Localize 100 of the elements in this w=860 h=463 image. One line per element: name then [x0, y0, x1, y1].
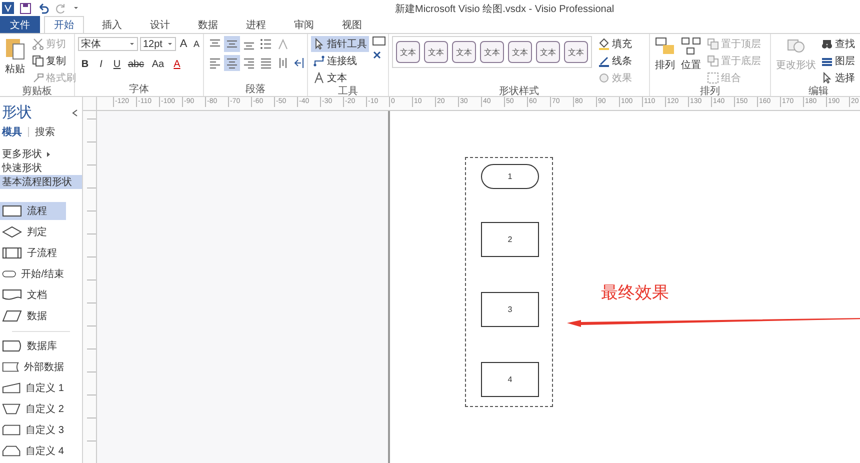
bring-front-icon: [707, 38, 719, 50]
undo-icon: [37, 2, 49, 14]
scissors-icon: [32, 38, 44, 50]
group-label: 段落: [246, 84, 266, 96]
save-icon: [20, 2, 31, 14]
shape-style-swatch[interactable]: 文本: [480, 41, 504, 63]
ribbon-tab[interactable]: 开始: [44, 16, 84, 33]
strike-button[interactable]: abc: [126, 56, 146, 72]
connector-icon: [313, 55, 325, 67]
bullet-list-icon: [260, 38, 272, 50]
font-size-icon: [277, 38, 289, 50]
shape-style-swatch[interactable]: 文本: [424, 41, 448, 63]
align-left-icon: [209, 57, 221, 69]
position-button[interactable]: 位置: [679, 36, 703, 72]
caret-icon: [73, 5, 79, 11]
font-size-field[interactable]: 12pt: [140, 37, 176, 51]
process-node: 2: [481, 222, 539, 257]
group-label: 剪贴板: [22, 86, 52, 98]
editing-option[interactable]: 选择: [819, 70, 857, 86]
group-label: 形状样式: [499, 86, 539, 98]
shape-item[interactable]: 自定义 4: [0, 442, 66, 460]
text-direction-icon: [277, 57, 289, 69]
terminator-node: 1: [481, 164, 539, 189]
align-center-icon: [226, 57, 238, 69]
shape-item[interactable]: 判定: [0, 222, 66, 242]
paste-button[interactable]: 粘贴: [3, 36, 27, 76]
panel-tab[interactable]: 模具: [2, 125, 22, 139]
shape-item[interactable]: 流程: [0, 202, 66, 220]
align-right-icon: [243, 57, 255, 69]
collapse-icon: [72, 108, 78, 116]
redo-icon: [55, 2, 67, 14]
font-name-field[interactable]: 宋体: [78, 37, 138, 51]
process-shape-icon: [2, 204, 22, 217]
group-icon: [707, 72, 719, 84]
clipboard-icon: [5, 36, 25, 60]
bold-button[interactable]: B: [78, 56, 92, 72]
caret-icon: [167, 41, 173, 47]
panel-tab[interactable]: 搜索: [35, 125, 55, 139]
shape-item[interactable]: 数据: [0, 306, 66, 326]
pen-line-icon: [598, 55, 610, 67]
arrange-button[interactable]: 排列: [653, 36, 677, 72]
process-node: 3: [481, 292, 539, 327]
binoculars-icon: [821, 38, 833, 50]
shape-style-option[interactable]: 线条: [596, 53, 634, 69]
shape-item[interactable]: 自定义 2: [0, 400, 66, 418]
font-color-button[interactable]: A: [170, 56, 184, 72]
send-back-icon: [707, 55, 719, 67]
effect-icon: [598, 72, 610, 84]
layers-icon: [821, 55, 833, 67]
group-label: 排列: [700, 86, 720, 98]
position-icon: [681, 36, 701, 56]
group-label: 编辑: [808, 86, 828, 98]
shape-style-option[interactable]: 填充: [596, 36, 634, 52]
shape-style-swatch[interactable]: 文本: [452, 41, 476, 63]
shape-item[interactable]: 开始/结束: [0, 264, 66, 284]
paragraph-button[interactable]: [258, 36, 274, 52]
shape-item[interactable]: 外部数据: [0, 358, 66, 376]
arrange-icon: [655, 36, 675, 56]
editing-option[interactable]: 图层: [819, 53, 857, 69]
annotation-text: 最终效果: [601, 282, 669, 304]
shape-item[interactable]: 自定义 3: [0, 420, 66, 440]
tool-button[interactable]: 连接线: [311, 53, 369, 69]
group-label: 字体: [129, 84, 149, 96]
shrink-font-button[interactable]: A: [191, 36, 202, 52]
pointer-icon: [821, 72, 833, 84]
rectangle-icon: [372, 36, 386, 46]
case-button[interactable]: Aa: [148, 56, 168, 72]
expand-arrow-icon: [46, 150, 51, 158]
shape-item[interactable]: 子流程: [0, 244, 66, 262]
stencil-item[interactable]: 快速形状: [0, 161, 82, 175]
tool-button[interactable]: 指针工具: [311, 36, 369, 52]
window-title: 新建Microsoft Visio 绘图.vsdx - Visio Professional: [395, 2, 614, 16]
underline-button[interactable]: U: [110, 56, 124, 72]
brush-icon: [32, 72, 44, 84]
stencil-item[interactable]: 基本流程图形状: [0, 175, 82, 189]
shape-style-swatch[interactable]: 文本: [508, 41, 532, 63]
shape-style-swatch[interactable]: 文本: [396, 41, 420, 63]
shape-style-swatch[interactable]: 文本: [536, 41, 560, 63]
clipboard-button[interactable]: 复制: [30, 53, 78, 69]
shape-style-swatch[interactable]: 文本: [564, 41, 588, 63]
stencil-item[interactable]: 更多形状: [0, 147, 82, 161]
paragraph-button[interactable]: [224, 36, 240, 52]
paint-bucket-icon: [598, 38, 610, 50]
shape-item[interactable]: 自定义 1: [0, 378, 66, 398]
align-middle-icon: [226, 38, 238, 50]
grow-font-button[interactable]: A: [178, 36, 189, 52]
tool-button[interactable]: 文本: [311, 70, 369, 86]
group-label: 工具: [338, 86, 358, 98]
shape-item[interactable]: 文档: [0, 286, 66, 304]
shape-item[interactable]: 数据库: [0, 336, 66, 356]
pointer-icon: [313, 38, 325, 50]
text-icon: [313, 72, 325, 84]
indent-icon: [294, 57, 306, 69]
editing-option[interactable]: 查找: [819, 36, 857, 52]
close-icon: [372, 50, 382, 60]
panel-title: 形状: [2, 103, 32, 122]
paragraph-button[interactable]: [224, 55, 240, 71]
caret-icon: [129, 41, 135, 47]
italic-button[interactable]: I: [94, 56, 108, 72]
ribbon-tab[interactable]: 文件: [0, 16, 40, 33]
